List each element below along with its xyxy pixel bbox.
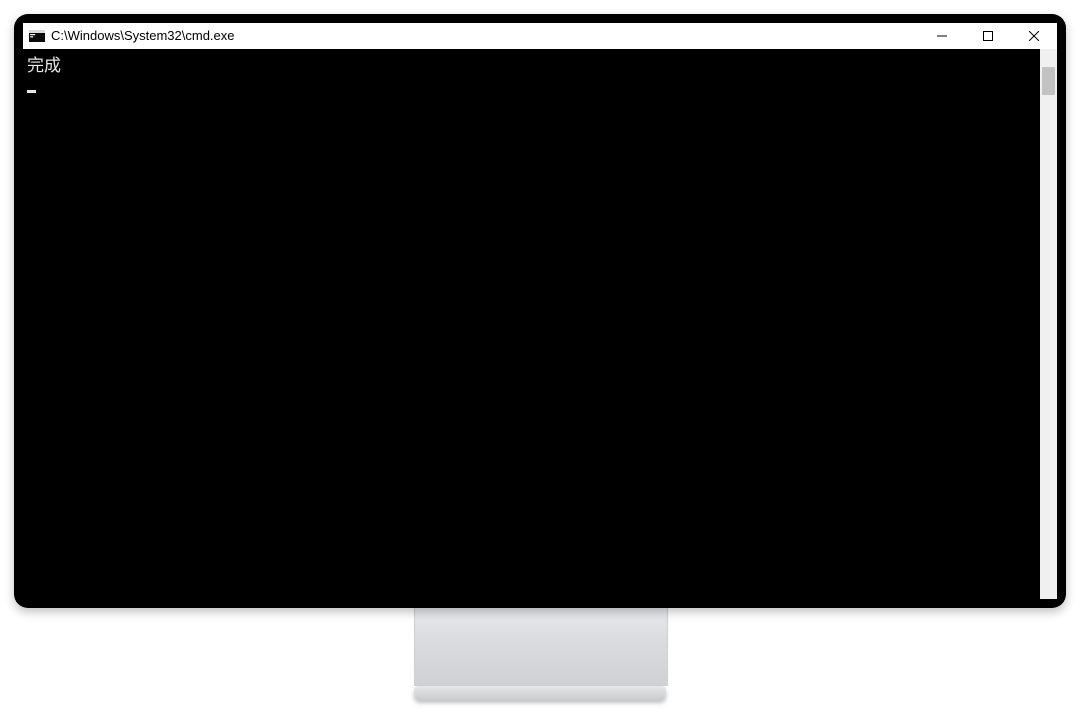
console-line: 完成 <box>27 58 61 77</box>
monitor-stand-neck <box>414 608 668 686</box>
vertical-scrollbar[interactable] <box>1040 49 1057 599</box>
monitor-frame: C:\Windows\System32\cmd.exe <box>14 14 1066 608</box>
console-area: 完成 <box>23 49 1057 599</box>
console-output[interactable]: 完成 <box>23 49 1040 599</box>
maximize-icon <box>983 31 993 41</box>
monitor-stand-base <box>414 686 666 700</box>
text-cursor <box>27 90 36 93</box>
maximize-button[interactable] <box>965 23 1011 49</box>
window-controls <box>919 23 1057 49</box>
cmd-icon <box>29 28 45 44</box>
minimize-button[interactable] <box>919 23 965 49</box>
close-button[interactable] <box>1011 23 1057 49</box>
scroll-thumb[interactable] <box>1042 67 1055 95</box>
title-bar[interactable]: C:\Windows\System32\cmd.exe <box>23 23 1057 49</box>
window-title: C:\Windows\System32\cmd.exe <box>51 23 235 49</box>
screen: C:\Windows\System32\cmd.exe <box>23 23 1057 599</box>
minimize-icon <box>937 31 947 41</box>
close-icon <box>1029 31 1039 41</box>
